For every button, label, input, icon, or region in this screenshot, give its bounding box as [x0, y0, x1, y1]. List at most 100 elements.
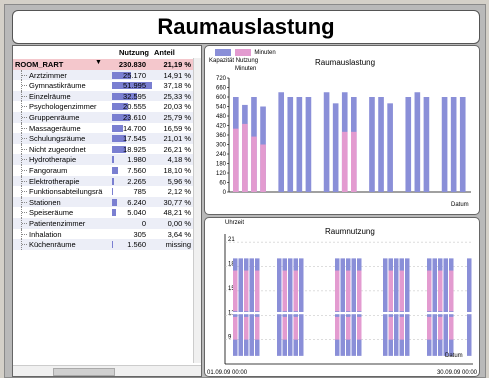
scrollbar-thumb[interactable]: [53, 368, 115, 376]
tree-connector: [21, 122, 28, 134]
tree-connector: [21, 218, 28, 229]
usage-block-nutzung: [293, 270, 298, 312]
tree-connector: [21, 186, 28, 197]
lunch-gap: [334, 312, 364, 315]
table-row[interactable]: Patientenzimmer 0 0,00 %: [13, 218, 193, 229]
usage-block-nutzung: [449, 270, 454, 312]
row-nutzung: 1.980: [127, 155, 146, 165]
bar-nutzung: [351, 131, 357, 192]
y-tick-label: 60: [219, 181, 226, 187]
y-tick-label: 660: [216, 86, 227, 92]
usage-block: [394, 258, 399, 356]
bar-kapazitaet: [323, 92, 330, 192]
chevron-down-icon[interactable]: ▼: [95, 59, 102, 66]
table-row[interactable]: Fangoraum 7.560 18,10 %: [13, 165, 193, 176]
y-tick-label: 720: [216, 76, 227, 82]
lunch-gap: [382, 312, 412, 315]
row-label: Funktionsabteilungsrä: [29, 187, 103, 197]
row-nutzung: 5.040: [127, 208, 146, 218]
row-share-bar: [112, 167, 118, 174]
usage-block-nutzung: [282, 270, 287, 312]
table-row[interactable]: Nicht zugeordnet 18.925 26,21 %: [13, 143, 193, 155]
row-anteil: 20,03 %: [163, 102, 191, 112]
row-nutzung: 20.555: [123, 102, 146, 112]
table-row[interactable]: Inhalation 305 3,64 %: [13, 228, 193, 240]
room-usage-chart-panel: Uhrzeit Raumnutzung 9 12 15 18 21 Datum 01.09.…: [204, 217, 480, 377]
row-nutzung: 230.830: [118, 60, 146, 69]
usage-block-nutzung: [449, 316, 454, 340]
table-row[interactable]: Gymnastikräume 51.995 37,18 %: [13, 80, 193, 91]
table-row-total[interactable]: ROOM_RART ▼ 230.830 21,19 %: [13, 59, 193, 70]
tree-connector: [21, 101, 28, 112]
usage-block-nutzung: [399, 316, 404, 340]
bar-kapazitaet: [414, 92, 421, 192]
table-row[interactable]: Massageräume 14.700 16,59 %: [13, 122, 193, 134]
usage-block-nutzung: [346, 270, 351, 312]
usage-block: [249, 258, 254, 356]
row-anteil: 4,18 %: [167, 155, 191, 165]
row-label: Inhalation: [29, 229, 62, 239]
row-nutzung: 2.265: [127, 176, 146, 186]
horizontal-scrollbar[interactable]: [13, 365, 201, 376]
y-tick-label: 0: [223, 190, 227, 196]
table-row[interactable]: Küchenräume 1.560 missing: [13, 239, 193, 250]
column-header-anteil[interactable]: Anteil: [154, 48, 175, 57]
usage-block-nutzung: [244, 316, 249, 340]
table-row[interactable]: Hydrotherapie 1.980 4,18 %: [13, 154, 193, 165]
row-anteil: 26,21 %: [163, 144, 191, 154]
row-anteil: 25,79 %: [163, 113, 191, 122]
row-anteil: 14,91 %: [163, 70, 191, 80]
table-row[interactable]: Elektrotherapie 2.265 5,96 %: [13, 175, 193, 187]
y-tick-label: 240: [216, 152, 227, 158]
usage-block: [340, 258, 345, 356]
row-label: Arztzimmer: [29, 70, 67, 80]
bar-nutzung: [251, 136, 257, 192]
row-anteil: 37,18 %: [163, 81, 191, 91]
usage-block: [405, 258, 410, 356]
column-header-nutzung[interactable]: Nutzung: [119, 48, 149, 57]
usage-block: [383, 258, 388, 356]
row-nutzung: 0: [141, 219, 146, 228]
table-row[interactable]: Psychologenzimmer 20.555 20,03 %: [13, 101, 193, 112]
table-row[interactable]: Speiseräume 5.040 48,21 %: [13, 207, 193, 218]
y-tick-label: 300: [216, 143, 227, 149]
row-label: Patientenzimmer: [29, 219, 86, 228]
capacity-chart-panel: Minuten Kapazität Nutzung Minuten Raumau…: [204, 45, 480, 215]
tree-connector: [21, 80, 28, 91]
row-nutzung: 785: [133, 187, 146, 197]
lunch-gap: [466, 312, 479, 315]
table-row[interactable]: Arztzimmer 25.170 14,91 %: [13, 69, 193, 81]
bar-kapazitaet: [387, 103, 393, 192]
row-label: Fangoraum: [29, 166, 68, 175]
vertical-scrollbar[interactable]: [193, 58, 201, 363]
bar-kapazitaet: [450, 97, 457, 192]
row-nutzung: 7.560: [127, 166, 146, 175]
row-label: Küchenräume: [29, 240, 76, 250]
row-anteil: 21,19 %: [163, 60, 191, 69]
table-row[interactable]: Stationen 6.240 30,77 %: [13, 196, 193, 208]
capacity-chart: 0 60 120 180 240 300 360 420 480 540 600 660 720 Datu…: [216, 76, 471, 208]
row-nutzung: 1.560: [127, 240, 146, 250]
row-share-bar: [112, 198, 117, 206]
table-row[interactable]: Funktionsabteilungsrä 785 2,12 %: [13, 186, 193, 197]
table-row[interactable]: Gruppenräume 23.610 25,79 %: [13, 112, 193, 123]
row-anteil: 2,12 %: [167, 187, 191, 197]
tree-connector: [21, 69, 28, 81]
lunch-gap: [276, 312, 306, 315]
row-anteil: missing: [165, 240, 191, 250]
y-tick-label: 540: [216, 105, 227, 111]
y-tick-label: 21: [228, 237, 235, 243]
usage-block-nutzung: [346, 316, 351, 340]
x-axis-label: Datum: [451, 202, 469, 208]
row-nutzung: 14.700: [123, 123, 146, 133]
usage-block: [351, 258, 356, 356]
row-anteil: 16,59 %: [163, 123, 191, 133]
row-share-bar: [112, 124, 123, 132]
bar-nutzung: [233, 128, 239, 192]
row-anteil: 5,96 %: [167, 176, 191, 186]
y-tick-label: 600: [216, 95, 227, 101]
usage-block-nutzung: [427, 270, 432, 312]
table-row[interactable]: Schulungsräume 17.545 21,01 %: [13, 133, 193, 144]
table-row[interactable]: Einzelräume 32.595 25,33 %: [13, 90, 193, 102]
tree-connector: [21, 133, 28, 144]
